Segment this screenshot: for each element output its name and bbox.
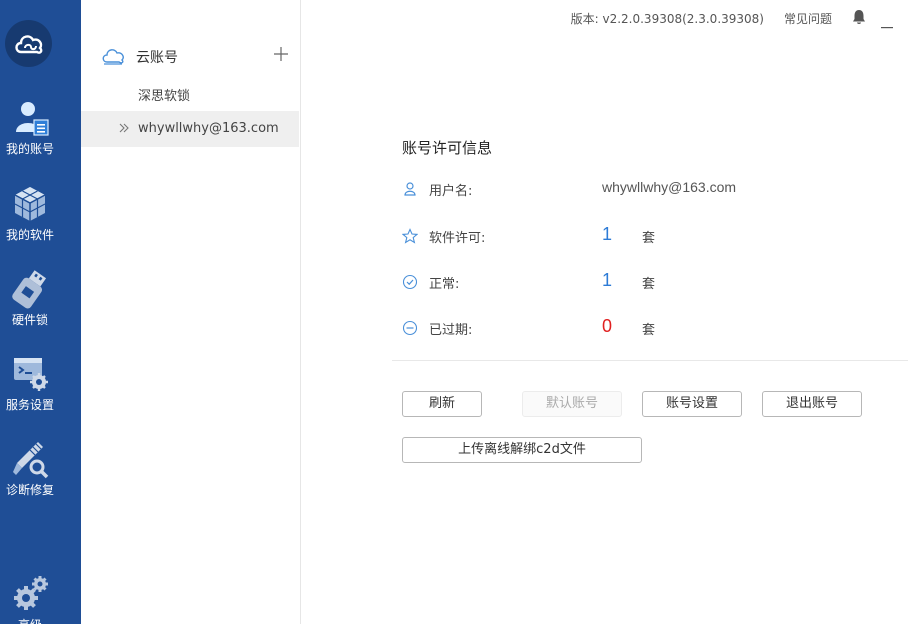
license-unit: 套 (642, 231, 656, 246)
username-value: whywllwhy@163.com (602, 179, 737, 195)
nav-item-advanced[interactable]: 高级 (0, 574, 60, 624)
section-title: 账号许可信息 (402, 139, 493, 157)
nav-item-my-account[interactable]: 我的账号 (0, 98, 60, 170)
tree-header-cloud-account[interactable]: 云账号 (81, 40, 301, 72)
nav-label: 我的账号 (5, 142, 54, 156)
divider (392, 360, 908, 361)
info-row-username: 用户名: whywllwhy@163.com (402, 177, 736, 202)
nav-item-my-software[interactable]: 我的软件 (0, 184, 60, 256)
advanced-gears-icon (0, 574, 60, 614)
nav-label: 服务设置 (5, 398, 54, 412)
nav-label: 硬件锁 (11, 313, 48, 327)
check-circle-icon (402, 274, 418, 295)
refresh-button[interactable]: 刷新 (402, 391, 482, 417)
tree-item-account-email[interactable]: whywllwhy@163.com (81, 111, 299, 147)
normal-label: 正常: (429, 277, 460, 292)
license-count: 1 (602, 224, 613, 244)
usb-dongle-icon (0, 269, 60, 309)
upload-c2d-button[interactable]: 上传离线解绑c2d文件 (402, 437, 642, 463)
cloud-logo-icon (15, 35, 43, 54)
expired-unit: 套 (642, 323, 656, 338)
app-logo (5, 20, 52, 67)
logout-button[interactable]: 退出账号 (762, 391, 862, 417)
license-label: 软件许可: (429, 231, 486, 246)
service-settings-icon (0, 354, 60, 394)
add-account-icon[interactable] (274, 47, 288, 66)
username-label: 用户名: (429, 184, 473, 199)
info-row-license: 软件许可: 1 套 (401, 224, 702, 249)
tree-item-label: 深思软锁 (138, 89, 191, 104)
nav-item-hardware-lock[interactable]: 硬件锁 (0, 269, 60, 341)
minus-circle-icon (402, 320, 418, 341)
account-settings-button[interactable]: 账号设置 (642, 391, 742, 417)
nav-label: 高级 (0, 616, 60, 624)
nav-label: 诊断修复 (5, 483, 54, 497)
user-account-icon (0, 98, 60, 138)
account-tree-panel: 云账号 深思软锁 whywllwhy@163.com (81, 0, 301, 624)
normal-count: 1 (602, 270, 613, 290)
chevron-right-icon (118, 122, 130, 138)
minimize-icon[interactable] (881, 16, 893, 34)
default-account-button[interactable]: 默认账号 (522, 391, 622, 417)
nav-item-diagnose-repair[interactable]: 诊断修复 (0, 439, 60, 511)
user-icon (402, 181, 418, 202)
nav-item-service-settings[interactable]: 服务设置 (0, 354, 60, 426)
info-row-expired: 已过期: 0 套 (402, 316, 702, 340)
main-nav: 我的账号 我的软件 硬件锁 服务设置 诊断修复 (0, 0, 81, 624)
nav-label: 我的软件 (5, 228, 54, 242)
expired-label: 已过期: (429, 323, 473, 338)
expired-count: 0 (602, 316, 613, 336)
version-text: 版本: v2.2.0.39308(2.3.0.39308) (570, 12, 764, 26)
info-row-normal: 正常: 1 套 (402, 270, 702, 294)
top-bar: 版本: v2.2.0.39308(2.3.0.39308) 常见问题 (301, 0, 908, 34)
bell-icon[interactable] (852, 9, 866, 30)
tree-item-deepsoft-lock[interactable]: 深思软锁 (81, 75, 299, 111)
tree-title: 云账号 (136, 50, 178, 66)
repair-tools-icon (0, 439, 60, 479)
star-icon (401, 228, 419, 249)
tree-item-label: whywllwhy@163.com (138, 121, 279, 136)
faq-link[interactable]: 常见问题 (784, 10, 832, 27)
cloud-icon (101, 46, 125, 71)
software-cubes-icon (0, 184, 60, 224)
normal-unit: 套 (642, 277, 656, 292)
